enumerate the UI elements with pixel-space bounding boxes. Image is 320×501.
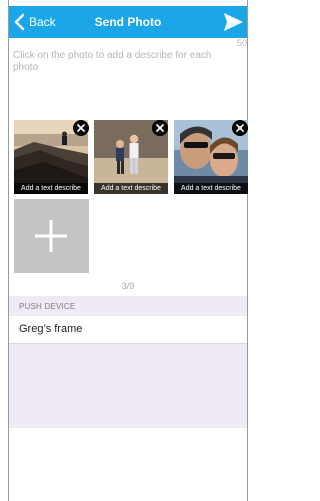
send-button[interactable] xyxy=(222,11,244,33)
back-button[interactable]: Back xyxy=(13,6,56,38)
photo-2-caption[interactable]: Add a text describe xyxy=(94,183,168,194)
device-list-background xyxy=(9,344,247,428)
push-device-section-header: PUSH DEVICE xyxy=(9,296,247,316)
description-placeholder: Click on the photo to add a describe for… xyxy=(13,50,212,73)
plus-icon xyxy=(35,220,67,252)
photo-3-caption[interactable]: Add a text describe xyxy=(174,183,248,194)
remove-photo-3-button[interactable] xyxy=(232,120,248,136)
navigation-bar: Send Photo Back xyxy=(9,6,247,38)
add-photo-button[interactable] xyxy=(14,199,89,273)
remove-photo-1-button[interactable] xyxy=(73,120,89,136)
photo-count-indicator: 3/9 xyxy=(121,281,135,291)
character-counter: 50 xyxy=(236,38,247,48)
device-edge-right xyxy=(247,0,248,501)
back-label: Back xyxy=(29,15,56,29)
device-name: Greg’s frame xyxy=(19,323,83,335)
phone-screen: Send Photo Back 50 Click on the photo to… xyxy=(0,0,249,501)
push-device-header-label: PUSH DEVICE xyxy=(19,302,76,311)
photo-1-caption[interactable]: Add a text describe xyxy=(14,183,88,194)
photo-description-input[interactable]: 50 Click on the photo to add a describe … xyxy=(9,38,247,118)
remove-photo-2-button[interactable] xyxy=(152,120,168,136)
chevron-left-icon xyxy=(14,13,25,31)
device-list-item[interactable]: Greg’s frame xyxy=(9,317,247,344)
